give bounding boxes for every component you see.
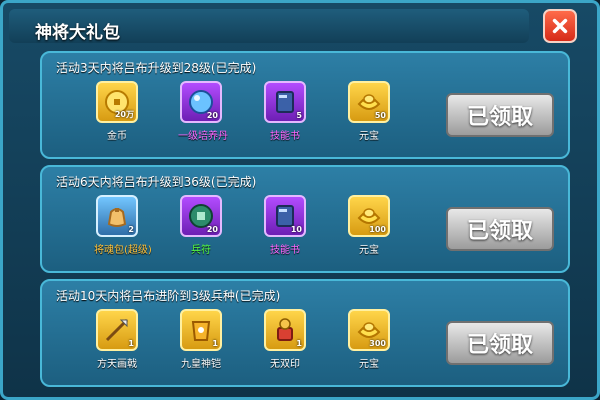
reward-label: 兵符	[191, 245, 211, 256]
yuanbao-icon: 100	[348, 195, 390, 237]
title-bar: 神将大礼包	[9, 9, 529, 43]
reward-item-seal[interactable]: 1 无双印	[262, 309, 308, 370]
gold-coin-icon: 20万	[96, 81, 138, 123]
window-title: 神将大礼包	[35, 23, 120, 43]
reward-count: 1	[128, 339, 134, 348]
reward-label: 九皇神铠	[181, 359, 221, 370]
reward-label: 无双印	[270, 359, 300, 370]
reward-item-gold-coin[interactable]: 20万 金币	[94, 81, 140, 142]
reward-count: 20万	[114, 110, 134, 119]
reward-label: 方天画戟	[97, 359, 137, 370]
quest-title: 活动6天内将吕布升级到36级(已完成)	[56, 175, 257, 189]
soul-bag-icon: 2	[96, 195, 138, 237]
blue-orb-icon: 20	[180, 81, 222, 123]
reward-item-yuanbao[interactable]: 300 元宝	[346, 309, 392, 370]
armor-icon: 1	[180, 309, 222, 351]
reward-item-cultivation-pill[interactable]: 20 一级培养丹	[178, 81, 228, 142]
quest-panel-2: 活动6天内将吕布升级到36级(已完成) 2 将魂包(超级) 20 兵符 10 技…	[40, 165, 570, 273]
close-button[interactable]	[543, 9, 577, 43]
reward-count: 300	[369, 339, 386, 348]
reward-label: 技能书	[270, 245, 300, 256]
yuanbao-icon: 50	[348, 81, 390, 123]
claim-button[interactable]: 已领取	[446, 207, 554, 251]
reward-item-military-token[interactable]: 20 兵符	[178, 195, 224, 256]
reward-count: 5	[296, 111, 302, 120]
reward-count: 20	[206, 111, 218, 120]
reward-label: 金币	[107, 131, 127, 142]
yuanbao-icon: 300	[348, 309, 390, 351]
reward-item-yuanbao[interactable]: 50 元宝	[346, 81, 392, 142]
reward-item-soul-bag[interactable]: 2 将魂包(超级)	[94, 195, 152, 256]
reward-label: 将魂包(超级)	[94, 245, 152, 256]
skill-book-icon: 10	[264, 195, 306, 237]
quest-title: 活动3天内将吕布升级到28级(已完成)	[56, 61, 257, 75]
quest-panel-3: 活动10天内将吕布进阶到3级兵种(已完成) 1 方天画戟 1 九皇神铠 1 无双…	[40, 279, 570, 387]
reward-label: 元宝	[359, 359, 379, 370]
halberd-icon: 1	[96, 309, 138, 351]
close-icon	[552, 18, 568, 34]
seal-icon: 1	[264, 309, 306, 351]
claim-button[interactable]: 已领取	[446, 93, 554, 137]
reward-label: 元宝	[359, 245, 379, 256]
reward-item-yuanbao[interactable]: 100 元宝	[346, 195, 392, 256]
reward-count: 20	[206, 225, 218, 234]
reward-count: 100	[369, 225, 386, 234]
reward-label: 元宝	[359, 131, 379, 142]
reward-item-skill-book[interactable]: 10 技能书	[262, 195, 308, 256]
military-token-icon: 20	[180, 195, 222, 237]
reward-item-halberd[interactable]: 1 方天画戟	[94, 309, 140, 370]
gift-pack-window: 神将大礼包 活动3天内将吕布升级到28级(已完成) 20万 金币 20 一级培养…	[0, 0, 600, 400]
reward-count: 1	[296, 339, 302, 348]
reward-label: 技能书	[270, 131, 300, 142]
reward-item-armor[interactable]: 1 九皇神铠	[178, 309, 224, 370]
quest-title: 活动10天内将吕布进阶到3级兵种(已完成)	[56, 289, 281, 303]
quest-panel-1: 活动3天内将吕布升级到28级(已完成) 20万 金币 20 一级培养丹 5 技能…	[40, 51, 570, 159]
reward-count: 10	[290, 225, 302, 234]
reward-count: 50	[374, 111, 386, 120]
skill-book-icon: 5	[264, 81, 306, 123]
claim-button[interactable]: 已领取	[446, 321, 554, 365]
reward-count: 1	[212, 339, 218, 348]
reward-count: 2	[128, 225, 134, 234]
reward-item-skill-book[interactable]: 5 技能书	[262, 81, 308, 142]
reward-label: 一级培养丹	[178, 131, 228, 142]
